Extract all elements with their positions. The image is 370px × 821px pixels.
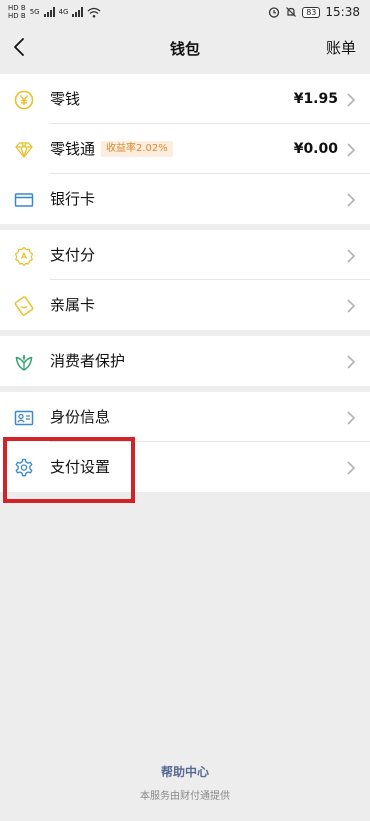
list-item-value: ¥1.95 [293,91,338,107]
bill-button[interactable]: 账单 [326,37,356,58]
mute-bell-icon [286,7,297,17]
chevron-right-icon [347,355,356,369]
list-item-value: ¥0.00 [293,141,338,157]
yield-rate-badge: 收益率2.02% [101,141,173,157]
badge-score-icon [14,246,34,266]
page-title: 钱包 [169,40,200,58]
list-item-consumer-protection[interactable]: 消费者保护 [0,336,370,386]
status-right: 83 15:38 [268,5,360,19]
alarm-icon [269,7,280,18]
status-bar: HD B HD B 5G 4G 83 15:38 [0,0,370,26]
list-item-label: 身份信息 [50,408,111,426]
diamond-icon [15,142,33,158]
protection-group: 消费者保护 [0,336,370,386]
bank-card-icon [14,193,34,207]
signal-icon [43,7,55,17]
network-label-1: 5G [29,8,40,16]
chevron-right-icon [347,193,356,207]
chevron-right-icon [347,93,356,107]
list-item-label: 支付分 [50,246,96,264]
id-card-icon [14,410,34,426]
list-item-change-plus[interactable]: 零钱通 收益率2.02% ¥0.00 [0,124,370,174]
carrier-label-1: HD B [8,4,26,12]
list-item-pay-score[interactable]: 支付分 [0,230,370,280]
list-item-identity-info[interactable]: 身份信息 [0,392,370,442]
carrier-labels: HD B HD B [8,4,26,20]
list-item-label: 支付设置 [50,458,111,476]
chevron-right-icon [347,299,356,313]
wallet-balance-group: 零钱 ¥1.95 零钱通 收益率2.02% ¥0.00 银行卡 [0,74,370,224]
yen-coin-icon [14,90,34,110]
battery-indicator: 83 [302,6,321,18]
gear-icon [15,458,33,477]
list-item-bank-card[interactable]: 银行卡 [0,174,370,224]
nav-bar: 钱包 账单 [0,26,370,70]
list-item-label: 银行卡 [50,190,96,208]
help-center-link[interactable]: 帮助中心 [0,763,370,780]
family-card-icon [14,296,34,316]
list-item-family-card[interactable]: 亲属卡 [0,280,370,330]
carrier-label-2: HD B [8,12,26,20]
list-item-label: 消费者保护 [50,352,126,370]
chevron-right-icon [347,249,356,263]
list-item-label: 零钱 [50,90,81,108]
wifi-icon [88,7,101,18]
network-label-2: 4G [58,8,69,16]
list-item-label: 零钱通 [50,140,96,158]
list-item-label: 亲属卡 [50,296,96,314]
credit-group: 支付分 亲属卡 [0,230,370,330]
list-item-change[interactable]: 零钱 ¥1.95 [0,74,370,124]
chevron-right-icon [347,143,356,157]
chevron-right-icon [347,461,356,475]
status-time: 15:38 [325,5,360,19]
leaf-shield-icon [15,354,33,371]
service-provider-note: 本服务由财付通提供 [140,791,230,802]
chevron-right-icon [347,411,356,425]
status-left: HD B HD B 5G 4G [8,4,101,20]
list-item-payment-settings[interactable]: 支付设置 [0,442,370,492]
signal-icon [72,7,84,17]
settings-group: 身份信息 支付设置 [0,392,370,492]
